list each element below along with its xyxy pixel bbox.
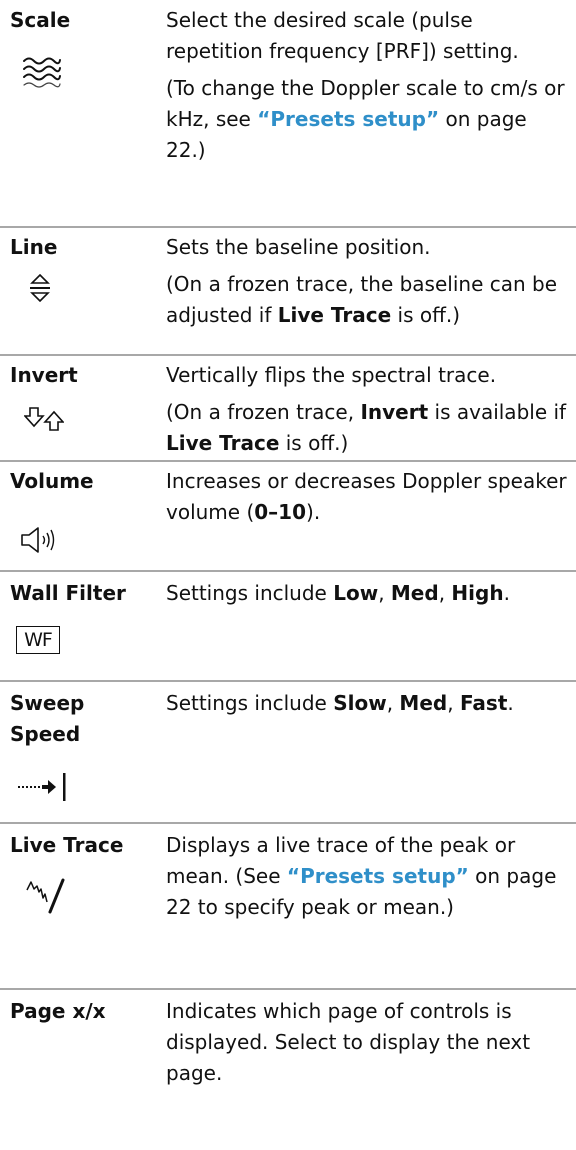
table-row-page: Page x/x Indicates which page of control… (0, 990, 576, 1150)
presets-setup-link[interactable]: “Presets setup” (287, 864, 469, 888)
bold-term-med: Med (399, 691, 448, 715)
bold-term-slow: Slow (333, 691, 387, 715)
bold-term-high: High (451, 581, 504, 605)
control-name-live-trace: Live Trace (10, 833, 124, 857)
baseline-arrows-icon (29, 273, 51, 306)
description-line: Vertically flips the spectral trace. (166, 363, 497, 387)
wall-filter-icon: WF (16, 626, 60, 654)
description-note: (On a frozen trace, Invert is available … (166, 400, 567, 455)
control-name-page: Page x/x (10, 999, 106, 1023)
bold-term-invert: Invert (360, 400, 429, 424)
description-line: Increases or decreases Doppler speaker v… (166, 469, 567, 524)
table-row-invert: Invert Vertically flips the spectral tra… (0, 356, 576, 460)
table-row-sweep-speed: Sweep Speed Settings include Slow, Med, … (0, 682, 576, 822)
control-description-sweep-speed: Settings include Slow, Med, Fast. (166, 688, 568, 719)
description-line: Displays a live trace of the peak or mea… (166, 833, 557, 919)
bold-term-low: Low (333, 581, 379, 605)
bold-term-live-trace: Live Trace (166, 431, 280, 455)
control-name-sweep-speed: Sweep Speed (10, 691, 85, 746)
description-line: Settings include Low, Med, High. (166, 581, 510, 605)
speaker-volume-icon (20, 526, 66, 558)
control-description-invert: Vertically flips the spectral trace. (On… (166, 360, 568, 459)
control-description-live-trace: Displays a live trace of the peak or mea… (166, 830, 568, 923)
description-line: Sets the baseline position. (166, 235, 431, 259)
invert-arrows-icon (23, 406, 65, 436)
table-row-volume: Volume Increases or decreases Doppler sp… (0, 462, 576, 570)
control-name-scale: Scale (10, 8, 71, 32)
scale-wave-icon (22, 54, 62, 96)
table-row-wall-filter: Wall Filter WF Settings include Low, Med… (0, 572, 576, 680)
control-description-page: Indicates which page of controls is disp… (166, 999, 531, 1085)
control-description-wall-filter: Settings include Low, Med, High. (166, 578, 568, 609)
table-row-live-trace: Live Trace Displays a live trace of the … (0, 824, 576, 988)
bold-term-fast: Fast (459, 691, 508, 715)
live-trace-icon (24, 876, 66, 918)
description-note: (To change the Doppler scale to cm/s or … (166, 76, 565, 162)
presets-setup-link[interactable]: “Presets setup” (257, 107, 439, 131)
control-name-wall-filter: Wall Filter (10, 581, 126, 605)
bold-term-range: 0–10 (254, 500, 307, 524)
description-note: (On a frozen trace, the baseline can be … (166, 272, 558, 327)
control-name-line: Line (10, 235, 58, 259)
bold-term-med: Med (390, 581, 439, 605)
control-name-invert: Invert (10, 363, 78, 387)
control-description-volume: Increases or decreases Doppler speaker v… (166, 466, 568, 528)
description-line: Settings include Slow, Med, Fast. (166, 691, 514, 715)
description-line: Select the desired scale (pulse repetiti… (166, 8, 519, 63)
bold-term-live-trace: Live Trace (277, 303, 392, 327)
control-description-line: Sets the baseline position. (On a frozen… (166, 232, 568, 331)
control-description-scale: Select the desired scale (pulse repetiti… (166, 5, 568, 166)
sweep-speed-icon (16, 772, 70, 806)
table-row-line: Line Sets the baseline position. (On a f… (0, 228, 576, 354)
table-row-scale: Scale Select the desired scale (pulse re… (0, 0, 576, 226)
control-name-volume: Volume (10, 469, 94, 493)
